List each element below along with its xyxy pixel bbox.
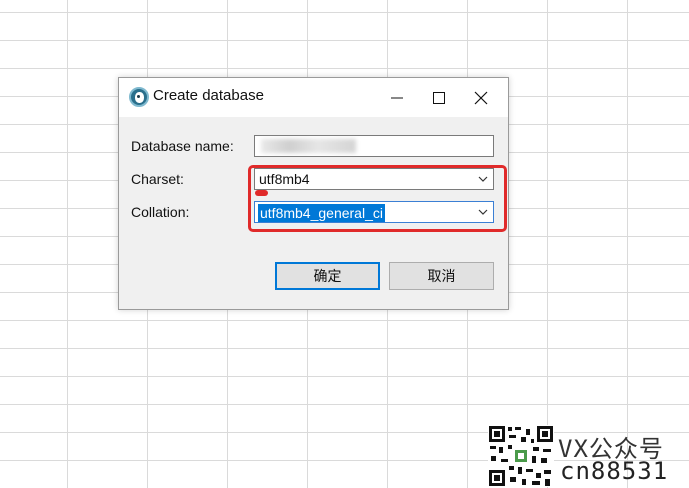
dialog-title: Create database: [153, 87, 264, 104]
create-database-dialog: Create database Database name: Charset: …: [118, 77, 509, 310]
maximize-icon: [433, 92, 445, 104]
watermark-line2: cn88531: [560, 457, 669, 485]
app-logo-icon: [129, 87, 149, 107]
database-name-input[interactable]: [254, 135, 494, 157]
cancel-button[interactable]: 取消: [389, 262, 494, 290]
red-annotation-mark: [255, 190, 268, 196]
ok-button[interactable]: 确定: [275, 262, 380, 290]
minimize-icon: [391, 97, 403, 99]
charset-label: Charset:: [131, 171, 184, 187]
title-bar[interactable]: Create database: [119, 78, 508, 117]
close-icon: [474, 91, 488, 105]
maximize-button[interactable]: [417, 78, 461, 117]
minimize-button[interactable]: [375, 78, 419, 117]
blurred-database-name: [261, 139, 356, 153]
close-button[interactable]: [459, 78, 503, 117]
database-name-label: Database name:: [131, 138, 234, 154]
collation-label: Collation:: [131, 204, 190, 220]
red-annotation-box: [248, 165, 507, 232]
qr-code-image: [488, 425, 554, 487]
